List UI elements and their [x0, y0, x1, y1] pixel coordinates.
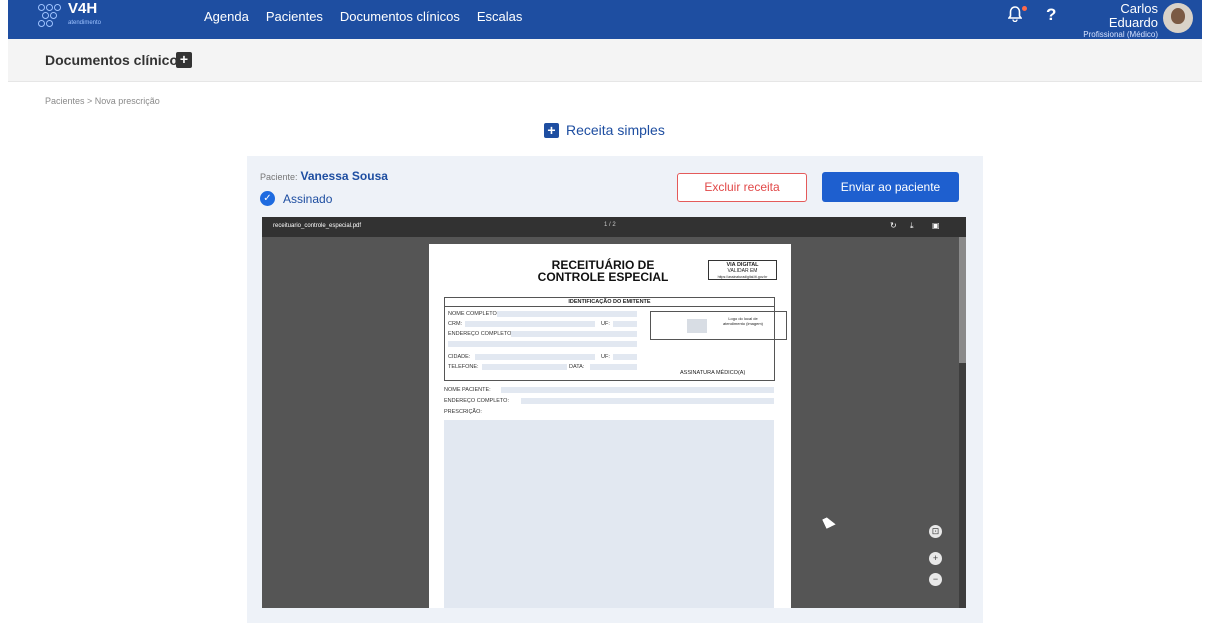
- pdf-toolbar: receituario_controle_especial.pdf 1 / 2 …: [262, 217, 966, 237]
- plus-icon: +: [544, 122, 559, 138]
- main-nav: Agenda Pacientes Documentos clínicos Esc…: [204, 9, 522, 24]
- pdf-page: RECEITUÁRIO DE CONTROLE ESPECIAL VIA DIG…: [429, 244, 791, 608]
- field-line: [613, 354, 637, 360]
- fit-icon[interactable]: ⊡: [929, 525, 942, 538]
- brand-sub: atendimento: [68, 20, 102, 26]
- field-endereco: ENDEREÇO COMPLETO:: [448, 331, 513, 337]
- field-telefone: TELEFONE:: [448, 364, 479, 370]
- field-line: [501, 387, 774, 393]
- field-line: [465, 321, 595, 327]
- emitter-section: IDENTIFICAÇÃO DO EMITENTE NOME COMPLETO:…: [444, 297, 787, 381]
- check-circle-icon: ✓: [260, 191, 275, 206]
- zoom-in-icon[interactable]: +: [929, 552, 942, 565]
- nav-pacientes[interactable]: Pacientes: [266, 9, 323, 24]
- print-icon[interactable]: ▣: [932, 221, 940, 230]
- nav-agenda[interactable]: Agenda: [204, 9, 249, 24]
- avatar[interactable]: [1163, 3, 1193, 33]
- via-digital-box: VIA DIGITAL VALIDAR EM https://assinatur…: [708, 260, 777, 280]
- pdf-filename: receituario_controle_especial.pdf: [273, 223, 362, 229]
- field-line: [475, 354, 595, 360]
- field-prescricao: PRESCRIÇÃO:: [444, 409, 482, 415]
- user-name: Carlos Eduardo: [1108, 1, 1158, 30]
- pdf-scroll-thumb[interactable]: [959, 237, 966, 363]
- pdf-page-indicator: 1 / 2: [604, 222, 616, 228]
- page-title: + Receita simples: [544, 122, 665, 138]
- field-crm: CRM:: [448, 321, 463, 327]
- pdf-viewer[interactable]: receituario_controle_especial.pdf 1 / 2 …: [262, 217, 966, 608]
- field-uf: UF:: [601, 321, 610, 327]
- patient-label: Paciente:: [260, 172, 298, 182]
- signature-label: ASSINATURA MÉDICO(A): [680, 370, 746, 376]
- help-icon[interactable]: ?: [1046, 5, 1056, 25]
- bell-icon-svg: [1007, 6, 1023, 23]
- field-uf-2: UF:: [601, 354, 610, 360]
- signed-status: ✓ Assinado: [260, 191, 332, 206]
- user-info[interactable]: Carlos Eduardo Profissional (Médico): [1070, 1, 1158, 40]
- field-line: [448, 341, 637, 347]
- page-title-text: Receita simples: [566, 122, 665, 138]
- field-line: [613, 321, 637, 327]
- add-document-button[interactable]: +: [176, 52, 192, 68]
- patient-name: Vanessa Sousa: [300, 169, 388, 183]
- field-line: [521, 398, 774, 404]
- logo-placeholder-text: Logo do local de atendimento (imagem): [722, 316, 764, 326]
- emitter-header: IDENTIFICAÇÃO DO EMITENTE: [445, 298, 774, 307]
- field-nome-completo: NOME COMPLETO:: [448, 311, 499, 317]
- field-endereco-paciente: ENDEREÇO COMPLETO:: [444, 398, 509, 404]
- prescription-card: Paciente: Vanessa Sousa ✓ Assinado Exclui…: [247, 156, 983, 623]
- field-line: [497, 311, 637, 317]
- sub-header: Documentos clínicos +: [8, 39, 1202, 82]
- document-title: RECEITUÁRIO DE CONTROLE ESPECIAL: [533, 259, 673, 283]
- field-line: [590, 364, 637, 370]
- section-title: Documentos clínicos: [45, 52, 186, 68]
- field-line: [511, 331, 637, 337]
- top-bar: V4H atendimento Agenda Pacientes Documen…: [0, 0, 1214, 40]
- logo[interactable]: V4H atendimento: [38, 0, 102, 30]
- field-data: DATA:: [569, 364, 585, 370]
- brand-text: V4H: [68, 0, 98, 17]
- zoom-out-icon[interactable]: −: [929, 573, 942, 586]
- document-title-line-2: CONTROLE ESPECIAL: [537, 270, 669, 284]
- logo-placeholder: Logo do local de atendimento (imagem): [650, 311, 787, 340]
- breadcrumb: Pacientes > Nova prescrição: [45, 96, 160, 106]
- logo-dots-icon: [38, 3, 62, 29]
- field-nome-paciente: NOME PACIENTE:: [444, 387, 491, 393]
- prescription-area: [444, 420, 774, 608]
- rotate-icon[interactable]: ↻: [890, 221, 897, 230]
- via-line-2: https://assinaturadigital.iti.gov.br: [717, 275, 768, 279]
- bell-icon[interactable]: [1007, 6, 1028, 28]
- notification-dot: [1022, 6, 1027, 11]
- signed-label: Assinado: [283, 191, 333, 206]
- patient-info: Paciente: Vanessa Sousa: [260, 169, 388, 183]
- nav-escalas[interactable]: Escalas: [477, 9, 523, 24]
- user-role: Profissional (Médico): [1083, 30, 1158, 39]
- nav-documentos-clinicos[interactable]: Documentos clínicos: [340, 9, 460, 24]
- brand-name: V4H atendimento: [68, 0, 102, 30]
- field-cidade: CIDADE:: [448, 354, 471, 360]
- send-to-patient-button[interactable]: Enviar ao paciente: [822, 172, 959, 202]
- delete-prescription-button[interactable]: Excluir receita: [677, 173, 807, 202]
- image-icon: [687, 319, 707, 333]
- download-icon[interactable]: ⤓: [910, 221, 914, 231]
- field-line: [482, 364, 567, 370]
